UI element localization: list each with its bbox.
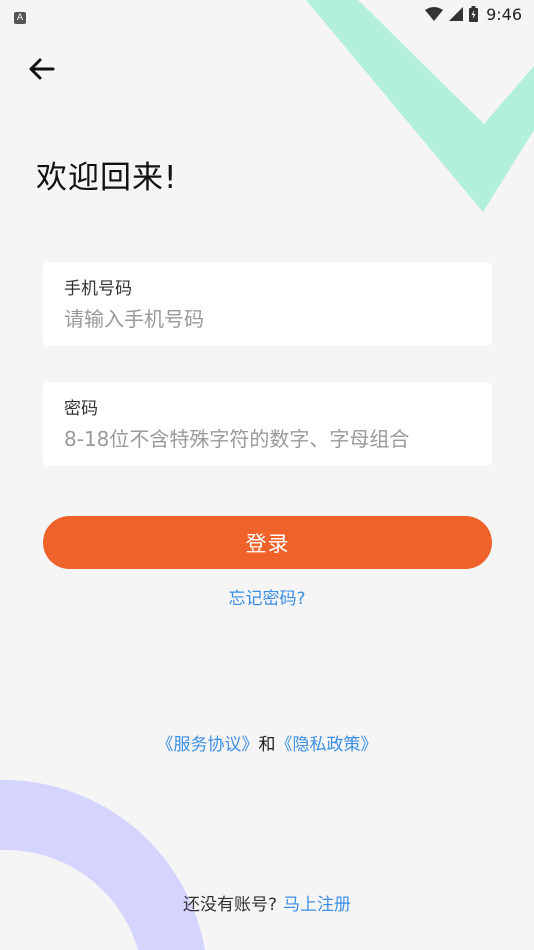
phone-field-label: 手机号码: [64, 279, 132, 299]
back-button[interactable]: [24, 52, 58, 86]
status-right: 9:46: [425, 5, 522, 24]
status-time: 9:46: [486, 4, 522, 24]
back-arrow-icon: [29, 58, 55, 80]
register-prompt: 还没有账号?: [182, 895, 278, 915]
password-field: 密码: [43, 382, 492, 466]
password-field-label: 密码: [64, 399, 98, 419]
agreement-connector: 和: [258, 735, 276, 755]
register-link[interactable]: 马上注册: [283, 895, 351, 915]
battery-icon: [469, 6, 479, 22]
lavender-arc-decoration: [0, 779, 205, 950]
app-notification-icon: A: [14, 11, 26, 24]
agreement-line: 《服务协议》和《隐私政策》: [0, 730, 534, 755]
password-input[interactable]: [64, 427, 471, 451]
privacy-policy-link[interactable]: 《隐私政策》: [276, 735, 378, 755]
forgot-password-link[interactable]: 忘记密码?: [0, 584, 534, 609]
phone-input[interactable]: [64, 307, 471, 331]
register-line: 还没有账号? 马上注册: [0, 890, 534, 915]
login-button[interactable]: 登录: [43, 516, 492, 569]
cellular-signal-icon: [449, 7, 464, 21]
status-left: A: [14, 5, 26, 24]
page-title: 欢迎回来!: [36, 160, 178, 196]
mint-chevron-decoration: [306, 0, 534, 212]
status-bar: A 9:46: [0, 0, 534, 28]
service-agreement-link[interactable]: 《服务协议》: [157, 735, 259, 755]
wifi-icon: [425, 7, 444, 21]
phone-field: 手机号码: [43, 262, 492, 346]
